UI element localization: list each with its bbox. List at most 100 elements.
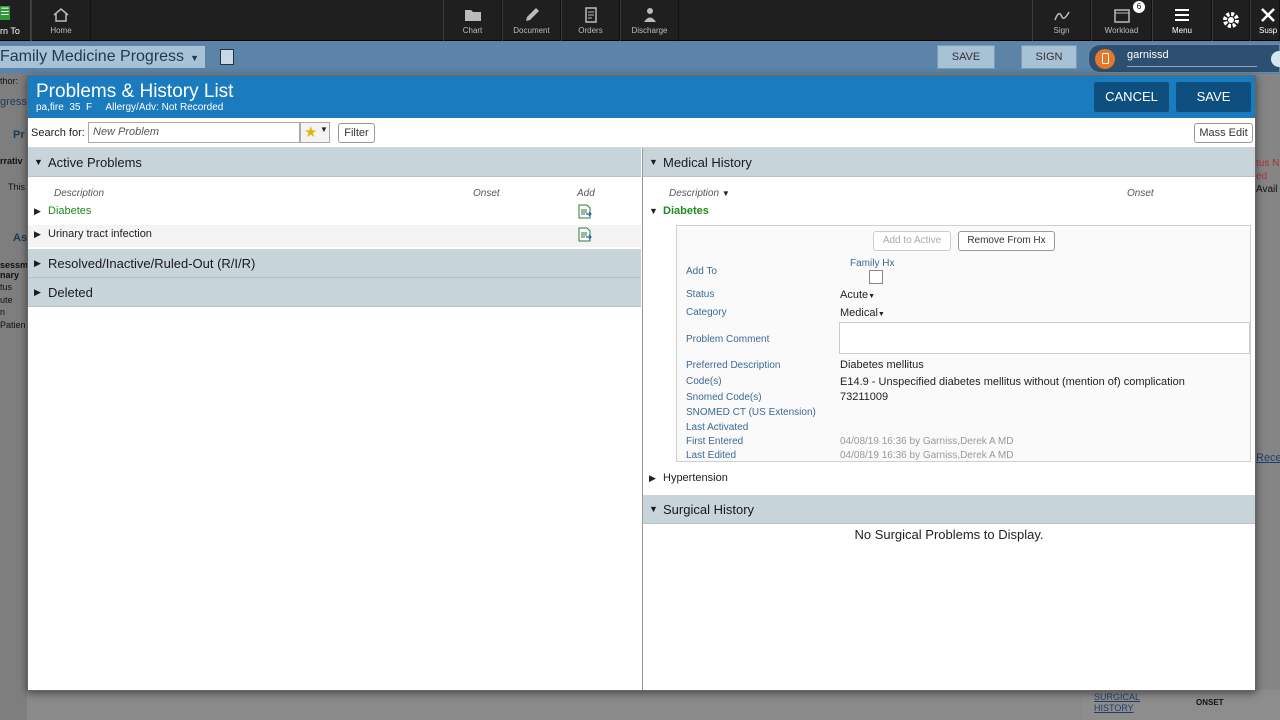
deleted-section-header[interactable]: ▶ Deleted <box>28 278 641 307</box>
chevron-down-icon: ▼ <box>649 157 658 167</box>
nav-orders-button[interactable]: Orders <box>561 0 620 41</box>
section-title: Active Problems <box>48 155 142 170</box>
chevron-right-icon: ▶ <box>34 258 41 268</box>
cancel-button[interactable]: CANCEL <box>1094 82 1169 112</box>
turn-to-label: rn To <box>0 26 20 36</box>
nav-home-button[interactable]: Home <box>31 0 91 41</box>
nav-document-button[interactable]: Document <box>502 0 561 41</box>
field-label: Preferred Description <box>686 360 781 371</box>
family-hx-label: Family Hx <box>850 258 895 269</box>
nav-orders-label: Orders <box>578 26 603 35</box>
nav-suspend-label: Susp <box>1259 26 1278 35</box>
nav-suspend-button[interactable]: Susp <box>1250 0 1280 41</box>
dialog-header: Problems & History List pa,fire 35 F All… <box>28 76 1255 118</box>
background-bottom-strip: SURGICAL HISTORY ONSET <box>1082 690 1280 720</box>
document-title-dropdown[interactable]: Family Medicine Progress ▼ <box>0 46 205 68</box>
add-to-history-icon[interactable] <box>578 227 592 242</box>
divider <box>1127 66 1257 67</box>
nav-discharge-button[interactable]: Discharge <box>620 0 679 41</box>
filter-button[interactable]: Filter <box>338 123 375 143</box>
status-select[interactable]: Acute▼ <box>840 289 875 301</box>
home-icon <box>32 0 90 26</box>
dialog-title: Problems & History List <box>36 81 234 102</box>
field-label: Last Edited <box>686 450 737 461</box>
section-title: Surgical History <box>663 502 755 517</box>
background-save-button[interactable]: SAVE <box>937 45 995 69</box>
clipboard-icon <box>562 0 619 26</box>
top-navigation-bar: ☰ rn To Home Chart Document Orders Disch… <box>0 0 1280 41</box>
search-input[interactable]: New Problem <box>88 122 300 143</box>
field-label: Snomed Code(s) <box>686 392 762 403</box>
field-label: Code(s) <box>686 376 722 387</box>
nav-sign-button[interactable]: Sign <box>1032 0 1091 41</box>
patient-banner: pa,fire 35 F Allergy/Adv: Not Recorded <box>36 102 223 113</box>
nav-menu-button[interactable]: Menu <box>1152 0 1212 41</box>
nav-home-label: Home <box>50 26 72 35</box>
active-problems-header[interactable]: ▼ Active Problems <box>28 148 641 177</box>
history-row-expanded[interactable]: ▼ Diabetes <box>643 202 1255 224</box>
chevron-right-icon[interactable]: ▶ <box>34 229 41 240</box>
gear-icon <box>1213 0 1249 28</box>
hamburger-icon <box>1153 0 1211 26</box>
sort-desc-icon: ▼ <box>721 189 730 198</box>
column-onset[interactable]: Onset <box>1127 188 1154 199</box>
background-sign-button[interactable]: SIGN <box>1021 45 1077 69</box>
turn-to-button[interactable]: ☰ rn To <box>0 0 31 41</box>
problem-name[interactable]: Hypertension <box>663 472 728 484</box>
bg-fragment: rrativ <box>0 156 23 166</box>
mass-edit-button[interactable]: Mass Edit <box>1194 123 1253 143</box>
workload-count-badge: 6 <box>1133 1 1145 13</box>
search-label: Search for: <box>31 127 85 139</box>
chevron-right-icon[interactable]: ▶ <box>649 473 656 484</box>
star-icon: ★ <box>304 124 318 141</box>
snomed-value: 73211009 <box>840 391 889 403</box>
remove-from-hx-button[interactable]: Remove From Hx <box>958 231 1055 251</box>
settings-button[interactable] <box>1212 0 1250 41</box>
status-icon <box>1271 51 1280 67</box>
chevron-down-icon: ▼ <box>877 311 885 318</box>
column-description[interactable]: Description ▼ <box>669 188 730 199</box>
problem-name[interactable]: Diabetes <box>663 205 709 217</box>
user-session-pill[interactable]: garnissd <box>1088 44 1280 73</box>
last-edited-value: 04/08/19 16:36 by Garniss,Derek A MD <box>840 450 1014 461</box>
column-description[interactable]: Description <box>54 188 104 199</box>
category-select[interactable]: Medical▼ <box>840 307 885 319</box>
list-icon[interactable] <box>220 49 234 65</box>
problem-row[interactable]: ▶ Urinary tract infection <box>28 225 641 247</box>
chevron-right-icon[interactable]: ▶ <box>34 206 41 217</box>
nav-workload-label: Workload <box>1104 26 1139 35</box>
bg-fragment: This <box>8 182 26 192</box>
medical-history-header[interactable]: ▼ Medical History <box>643 148 1255 177</box>
add-to-active-button[interactable]: Add to Active <box>873 231 951 251</box>
favorites-dropdown[interactable]: ★ ▼ <box>300 122 330 143</box>
column-description-label: Description <box>669 188 720 199</box>
resolved-section-header[interactable]: ▶ Resolved/Inactive/Ruled-Out (R/I/R) <box>28 249 641 278</box>
add-to-history-icon[interactable] <box>578 204 592 219</box>
nav-chart-button[interactable]: Chart <box>443 0 502 41</box>
surgical-history-link[interactable]: SURGICAL HISTORY <box>1094 692 1164 714</box>
chevron-down-icon: ▼ <box>868 293 876 300</box>
chevron-down-icon: ▼ <box>320 125 328 134</box>
problem-name[interactable]: Urinary tract infection <box>48 228 152 240</box>
empty-state-message: No Surgical Problems to Display. <box>854 527 1044 542</box>
surgical-history-header[interactable]: ▼ Surgical History <box>643 495 1255 524</box>
column-add: Add <box>577 188 595 199</box>
onset-header: ONSET <box>1196 698 1224 707</box>
history-row[interactable]: ▶ Hypertension <box>643 469 1255 491</box>
chevron-down-icon[interactable]: ▼ <box>649 206 658 216</box>
family-hx-checkbox[interactable] <box>869 270 883 284</box>
turn-to-icon: ☰ <box>0 6 10 20</box>
nav-chart-label: Chart <box>462 26 483 35</box>
left-panel: ▼ Active Problems Description Onset Add … <box>28 148 641 690</box>
phone-icon <box>1095 49 1115 69</box>
bg-fragment: ed <box>1256 171 1268 182</box>
problem-name[interactable]: Diabetes <box>48 205 91 217</box>
problem-row[interactable]: ▶ Diabetes <box>28 202 641 224</box>
nav-workload-button[interactable]: 6 Workload <box>1091 0 1152 41</box>
bg-fragment: As <box>13 232 27 244</box>
column-onset[interactable]: Onset <box>473 188 500 199</box>
bg-fragment: Avail <box>1256 184 1278 195</box>
save-button[interactable]: SAVE <box>1176 82 1251 112</box>
problem-comment-input[interactable] <box>839 322 1250 354</box>
field-label: Problem Comment <box>686 334 770 345</box>
